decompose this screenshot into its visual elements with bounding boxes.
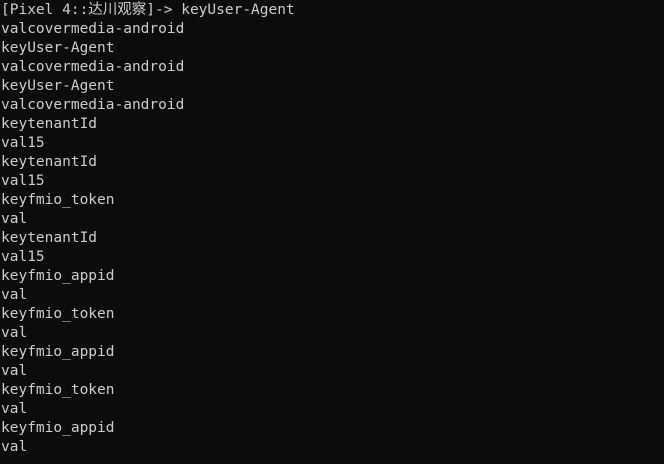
output-line: val15 [1,173,45,189]
output-line: keyfmio_token [1,192,115,208]
output-line: valcovermedia-android [1,59,185,75]
output-line: keyfmio_appid [1,420,115,436]
terminal-output: valcovermedia-android keyUser-Agent valcov… [1,20,664,457]
output-line: valcovermedia-android [1,21,185,37]
output-line: val [1,363,28,379]
output-line: keytenantId [1,154,98,170]
output-line: val15 [1,135,45,151]
prompt-line: [Pixel 4::达川观察]-> keyUser-Agent [1,2,295,18]
output-line: val [1,439,28,455]
output-line: val [1,211,28,227]
output-line: keyfmio_appid [1,268,115,284]
output-line: val15 [1,249,45,265]
output-line: keyUser-Agent [1,78,115,94]
output-line: val [1,401,28,417]
output-line: valcovermedia-android [1,97,185,113]
output-line: val [1,325,28,341]
terminal-window[interactable]: [Pixel 4::达川观察]-> keyUser-Agent valcover… [0,0,664,464]
output-line: keyfmio_appid [1,344,115,360]
output-line: keyfmio_token [1,382,115,398]
output-line: val [1,287,28,303]
output-line: keyfmio_token [1,306,115,322]
output-line: keytenantId [1,116,98,132]
output-line: keytenantId [1,230,98,246]
output-line: keyUser-Agent [1,40,115,56]
